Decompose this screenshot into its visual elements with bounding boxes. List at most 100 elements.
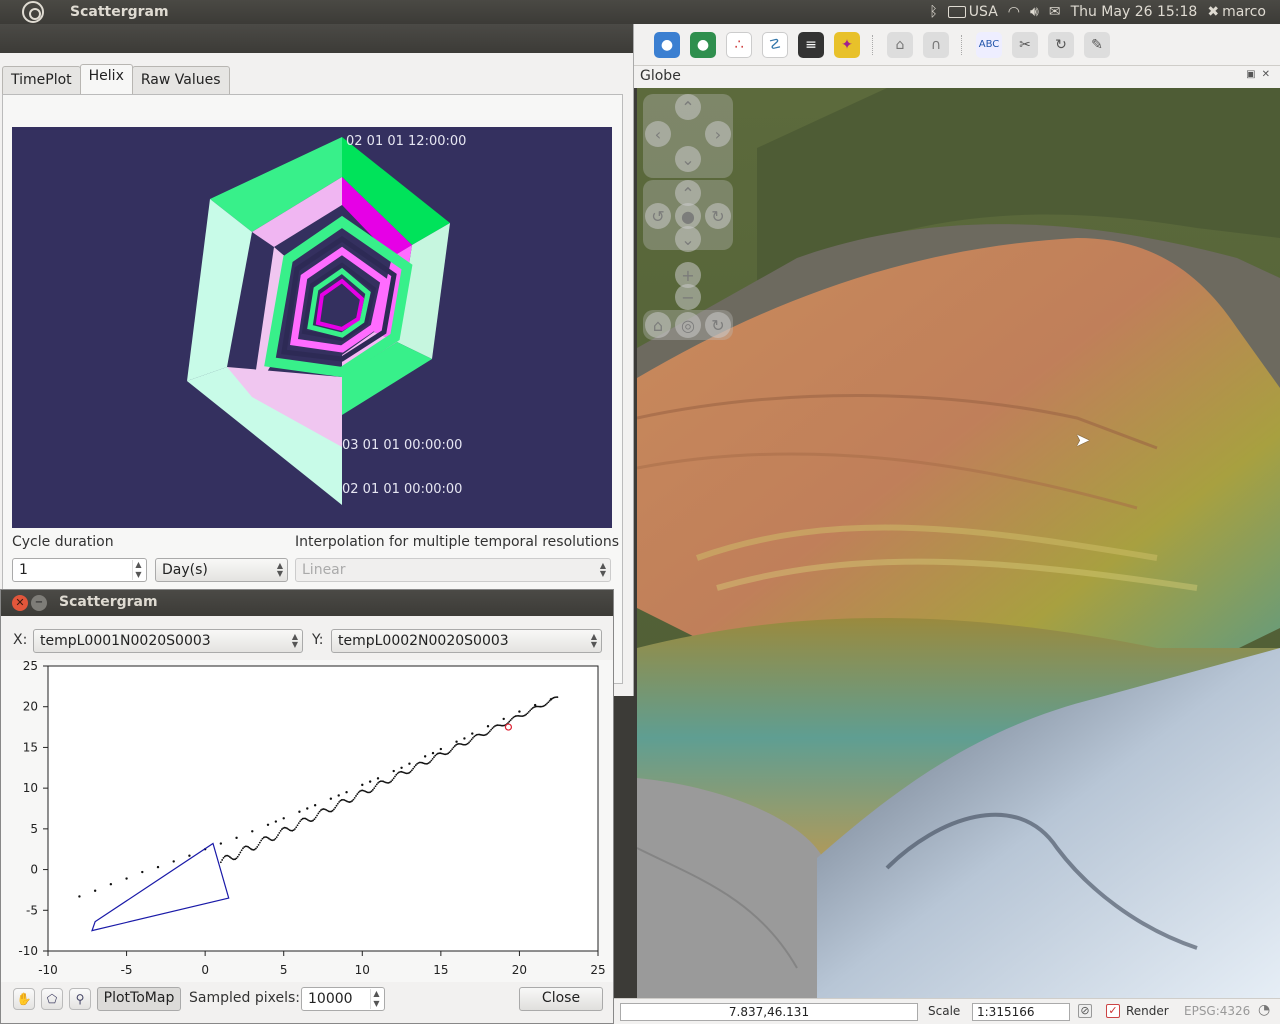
polygon-select-icon[interactable]: ⬠ [41, 988, 63, 1010]
dock-buttons[interactable]: ▣✕ [1246, 69, 1276, 80]
clock[interactable]: Thu May 26 15:18 [1071, 4, 1198, 20]
mail-icon[interactable]: ✉ [1049, 4, 1061, 20]
ubuntu-logo-icon[interactable] [22, 1, 44, 23]
scattergram-window: ✕ − Scattergram X: tempL0001N0020S0003 ▲… [0, 589, 614, 1024]
scatter-point [236, 855, 239, 858]
scatter-point [455, 740, 458, 743]
tilt-down-icon[interactable]: ⌄ [675, 226, 701, 252]
scatter-point [373, 787, 376, 789]
minimize-window-icon[interactable]: − [31, 595, 47, 611]
scatter-point [547, 701, 550, 704]
scatter-point [487, 731, 490, 734]
sync-icon[interactable]: ◎ [675, 312, 701, 338]
scatter-point [334, 806, 337, 809]
layers-icon[interactable]: ≡ [798, 31, 824, 58]
plot-to-map-button[interactable]: PlotToMap [97, 987, 181, 1011]
scatter-point [314, 816, 317, 819]
scatter-point [312, 819, 315, 822]
scatter-point [282, 817, 285, 820]
scatter-point [395, 773, 398, 776]
temporal-window-titlebar[interactable] [0, 24, 633, 53]
session-indicator[interactable]: ✖ marco [1207, 4, 1266, 20]
active-app-title: Scattergram [70, 4, 169, 20]
scatter-point [408, 762, 411, 765]
rotate-label-icon[interactable]: ↻ [1048, 31, 1074, 58]
messages-icon[interactable]: ◔ [1258, 1002, 1270, 1018]
globe-3d-view[interactable]: ⌃ ‹ › ⌄ ⌃ ↺ ● ↻ ⌄ + − ⌂ ◎ ↻ ➤ [637, 88, 1280, 998]
x-band-combo[interactable]: tempL0001N0020S0003 ▲ ▼ [33, 629, 303, 653]
histogram-tool-icon[interactable]: ∩ [923, 31, 949, 58]
scatter-point [235, 836, 238, 840]
move-label-icon[interactable]: ✂ [1012, 31, 1038, 58]
bluetooth-icon[interactable]: ᛒ [929, 4, 937, 20]
home-icon[interactable]: ⌂ [645, 312, 671, 338]
scatter-point [294, 828, 296, 830]
scatter-point [502, 717, 505, 721]
scatter-point [242, 847, 244, 850]
cycle-unit-combo[interactable]: Day(s) ▲ ▼ [155, 558, 288, 582]
scatter-point [238, 853, 240, 856]
scatter-point [548, 699, 551, 702]
spin-arrows-icon[interactable]: ▲ ▼ [132, 560, 144, 580]
refresh-icon[interactable]: ↻ [705, 312, 731, 338]
keyboard-indicator[interactable]: USA [947, 4, 998, 20]
y-tick-label: 5 [30, 822, 38, 836]
scattergram-titlebar[interactable]: ✕ − Scattergram [1, 590, 613, 616]
scatter-point [78, 895, 81, 898]
scatter-point [392, 777, 395, 780]
pan-down-icon[interactable]: ⌄ [675, 146, 701, 172]
zoom-out-icon[interactable]: − [675, 284, 701, 310]
scale-field[interactable]: 1:315166 [972, 1003, 1070, 1021]
crs-label[interactable]: EPSG:4326 [1184, 1004, 1250, 1018]
render-label: Render [1126, 1004, 1169, 1018]
scatter-plot-area[interactable]: -10 -5 0 5 10 15 20 25 25 20 15 10 5 0 -5 -10 [1, 659, 613, 982]
pan-tool-icon[interactable]: ✋ [13, 988, 35, 1010]
tab-raw-values[interactable]: Raw Values [131, 66, 230, 94]
scatter-point [412, 767, 415, 770]
scatter-point [258, 841, 261, 844]
scatter-point [329, 797, 333, 800]
plugin-tool-icon[interactable]: ✦ [834, 31, 860, 58]
x-tick-label: 5 [280, 963, 288, 977]
rotate-left-icon[interactable]: ↺ [645, 203, 671, 229]
sampled-pixels-spinbox[interactable]: 10000 ▲ ▼ [301, 987, 385, 1011]
render-checkbox[interactable]: ✓ [1106, 1004, 1120, 1018]
scatter-point [509, 719, 512, 722]
globe-launch-icon[interactable]: ● [654, 31, 680, 58]
session-icon: ✖ [1207, 4, 1220, 20]
tab-timeplot[interactable]: TimePlot [2, 66, 81, 94]
cycle-duration-value: 1 [19, 562, 28, 578]
pan-left-icon[interactable]: ‹ [645, 121, 671, 147]
rotate-right-icon[interactable]: ↻ [705, 203, 731, 229]
scatter-point [278, 831, 281, 834]
helix-label-mid: 03 01 01 00:00:00 [342, 438, 463, 453]
y-band-combo[interactable]: tempL0002N0020S0003 ▲ ▼ [331, 629, 602, 653]
interpolation-combo[interactable]: Linear ▲ ▼ [295, 558, 611, 582]
coordinates-field[interactable]: 7.837,46.131 [620, 1003, 918, 1021]
scatter-chart: -10 -5 0 5 10 15 20 25 25 20 15 10 5 0 -5 -10 [18, 659, 605, 977]
zoom-tool-icon[interactable]: ⚲ [69, 988, 91, 1010]
scatter-point [527, 710, 530, 713]
scatter-point [93, 889, 97, 892]
tab-helix[interactable]: Helix [79, 64, 133, 94]
scatter-point [316, 814, 318, 817]
stop-render-icon[interactable]: ⊘ [1078, 1004, 1092, 1018]
cycle-duration-spinbox[interactable]: 1 ▲ ▼ [12, 558, 147, 582]
scatter-point [275, 836, 278, 839]
profile-tool-icon[interactable]: ⌂ [887, 31, 913, 58]
helix-tool-icon[interactable]: ☡ [762, 31, 788, 58]
wifi-icon[interactable]: ◠ [1008, 4, 1020, 20]
pan-right-icon[interactable]: › [705, 121, 731, 147]
x-tick-label: 0 [201, 963, 209, 977]
helix-3d-canvas[interactable]: 02 01 01 12:00:00 03 01 01 00:00:00 02 0… [12, 127, 612, 528]
label-tool-icon[interactable]: ABC [976, 31, 1002, 58]
close-window-icon[interactable]: ✕ [12, 595, 28, 611]
change-label-icon[interactable]: ✎ [1084, 31, 1110, 58]
globe-settings-icon[interactable]: ● [690, 31, 716, 58]
close-button[interactable]: Close [519, 987, 603, 1011]
volume-icon[interactable]: 🔊︎ [1030, 4, 1039, 20]
scattergram-tool-icon[interactable]: ∴ [726, 31, 752, 58]
scatter-point [188, 854, 191, 857]
spin-arrows-icon[interactable]: ▲ ▼ [370, 989, 382, 1009]
pan-up-icon[interactable]: ⌃ [675, 94, 701, 120]
